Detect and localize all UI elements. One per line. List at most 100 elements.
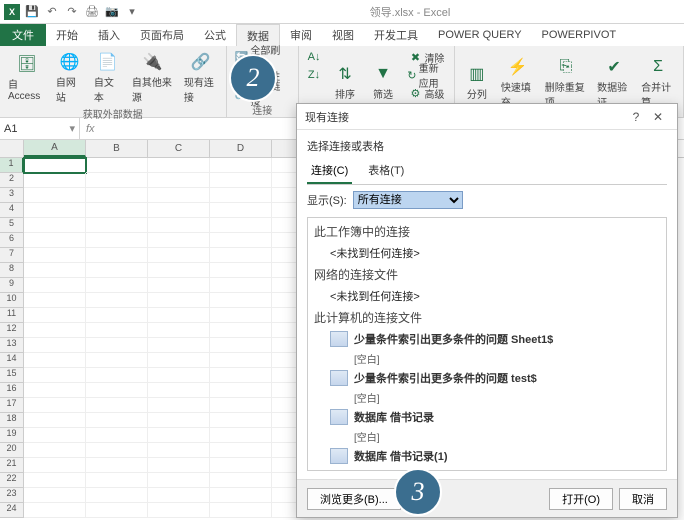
dialog-title-bar[interactable]: 现有连接 ? ✕ — [297, 104, 677, 130]
save-icon[interactable]: 💾 — [24, 4, 40, 20]
list-item[interactable]: 少量条件索引出更多条件的问题 Sheet1$ — [310, 329, 664, 349]
cell[interactable] — [24, 413, 86, 428]
btn-advanced[interactable]: ⚙高级 — [403, 84, 450, 102]
cell[interactable] — [148, 413, 210, 428]
cell[interactable] — [148, 503, 210, 518]
cell[interactable] — [24, 278, 86, 293]
row-header[interactable]: 12 — [0, 323, 24, 338]
tab-home[interactable]: 开始 — [46, 24, 88, 46]
row-header[interactable]: 17 — [0, 398, 24, 413]
cell[interactable] — [86, 173, 148, 188]
col-header-b[interactable]: B — [86, 140, 148, 157]
cell[interactable] — [210, 188, 272, 203]
cell[interactable] — [24, 188, 86, 203]
cell[interactable] — [24, 308, 86, 323]
cell[interactable] — [148, 473, 210, 488]
cell[interactable] — [210, 233, 272, 248]
cell[interactable] — [24, 353, 86, 368]
cell[interactable] — [24, 368, 86, 383]
cell[interactable] — [24, 503, 86, 518]
cell[interactable] — [148, 263, 210, 278]
cell[interactable] — [210, 413, 272, 428]
cell[interactable] — [24, 293, 86, 308]
cell[interactable] — [210, 173, 272, 188]
cell[interactable] — [148, 323, 210, 338]
tab-dev[interactable]: 开发工具 — [364, 24, 428, 46]
cell[interactable] — [148, 368, 210, 383]
close-button[interactable]: ✕ — [647, 110, 669, 124]
cell[interactable] — [210, 428, 272, 443]
name-box[interactable]: A1▾ — [0, 118, 80, 139]
tab-file[interactable]: 文件 — [0, 24, 46, 46]
tab-layout[interactable]: 页面布局 — [130, 24, 194, 46]
cell[interactable] — [148, 203, 210, 218]
cell[interactable] — [148, 233, 210, 248]
tab-formulas[interactable]: 公式 — [194, 24, 236, 46]
cell[interactable] — [210, 293, 272, 308]
cell[interactable] — [24, 158, 86, 173]
cell[interactable] — [148, 218, 210, 233]
row-header[interactable]: 1 — [0, 158, 24, 173]
btn-from-other[interactable]: 🔌自其他来源 — [128, 48, 178, 106]
cell[interactable] — [24, 443, 86, 458]
cell[interactable] — [86, 308, 148, 323]
cell[interactable] — [86, 338, 148, 353]
cell[interactable] — [148, 428, 210, 443]
cell[interactable] — [148, 353, 210, 368]
print-icon[interactable]: 🖨 — [84, 4, 100, 20]
cell[interactable] — [86, 413, 148, 428]
qat-more-icon[interactable]: ▾ — [124, 4, 140, 20]
cell[interactable] — [148, 293, 210, 308]
cell[interactable] — [210, 458, 272, 473]
cell[interactable] — [86, 428, 148, 443]
cell[interactable] — [210, 338, 272, 353]
row-header[interactable]: 22 — [0, 473, 24, 488]
select-all-corner[interactable] — [0, 140, 24, 157]
btn-from-access[interactable]: 🗄自 Access — [4, 48, 50, 106]
cell[interactable] — [24, 323, 86, 338]
row-header[interactable]: 23 — [0, 488, 24, 503]
cell[interactable] — [24, 248, 86, 263]
cell[interactable] — [86, 473, 148, 488]
cell[interactable] — [148, 443, 210, 458]
row-header[interactable]: 16 — [0, 383, 24, 398]
btn-from-text[interactable]: 📄自文本 — [90, 48, 126, 106]
cell[interactable] — [148, 173, 210, 188]
row-header[interactable]: 9 — [0, 278, 24, 293]
btn-sort-za[interactable]: Z↓ — [303, 66, 325, 84]
cell[interactable] — [148, 383, 210, 398]
row-header[interactable]: 13 — [0, 338, 24, 353]
row-header[interactable]: 19 — [0, 428, 24, 443]
row-header[interactable]: 20 — [0, 443, 24, 458]
row-header[interactable]: 10 — [0, 293, 24, 308]
cell[interactable] — [210, 443, 272, 458]
row-header[interactable]: 7 — [0, 248, 24, 263]
cell[interactable] — [86, 218, 148, 233]
cell[interactable] — [24, 488, 86, 503]
fx-label[interactable]: fx — [80, 123, 101, 135]
cell[interactable] — [86, 398, 148, 413]
cell[interactable] — [148, 488, 210, 503]
cell[interactable] — [148, 338, 210, 353]
row-header[interactable]: 18 — [0, 413, 24, 428]
cell[interactable] — [148, 398, 210, 413]
tab-insert[interactable]: 插入 — [88, 24, 130, 46]
cancel-button[interactable]: 取消 — [619, 488, 667, 510]
cell[interactable] — [210, 398, 272, 413]
btn-from-web[interactable]: 🌐自网站 — [52, 48, 88, 106]
cell[interactable] — [24, 338, 86, 353]
tab-powerpivot[interactable]: POWERPIVOT — [532, 24, 627, 46]
cell[interactable] — [86, 203, 148, 218]
cell[interactable] — [148, 308, 210, 323]
cell[interactable] — [24, 458, 86, 473]
cell[interactable] — [210, 248, 272, 263]
cell[interactable] — [210, 323, 272, 338]
chevron-down-icon[interactable]: ▾ — [69, 122, 75, 135]
row-header[interactable]: 3 — [0, 188, 24, 203]
cell[interactable] — [24, 173, 86, 188]
cell[interactable] — [210, 218, 272, 233]
list-item[interactable]: 少量条件索引出更多条件的问题 test$ — [310, 368, 664, 388]
camera-icon[interactable]: 📷 — [104, 4, 120, 20]
cell[interactable] — [86, 158, 148, 173]
list-item[interactable]: 数据库 借书记录(1) — [310, 446, 664, 466]
